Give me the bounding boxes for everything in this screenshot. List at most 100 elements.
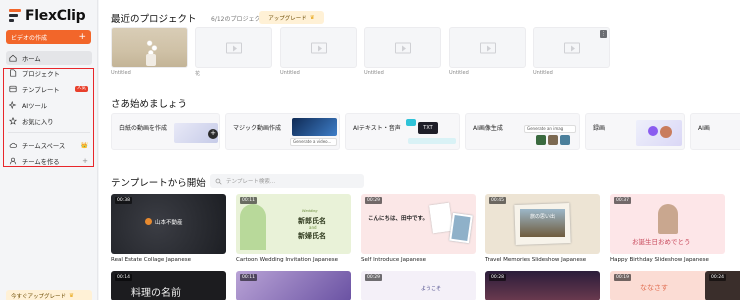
upgrade-button[interactable]: アップグレード ♛ <box>259 11 324 24</box>
logo-text: FlexClip <box>25 8 86 24</box>
template-title: Travel Memories Slideshow Japanese <box>485 257 587 263</box>
project-label: Untitled <box>111 70 131 76</box>
project-card[interactable] <box>111 27 188 68</box>
template-card[interactable]: 00:11 Wedding 新郎氏名 and 新婦氏名 <box>236 194 351 254</box>
prompt-chip: Generate an imag <box>524 125 576 133</box>
feature-card-record[interactable]: 録画 <box>585 113 685 150</box>
duration-badge: 00:37 <box>614 197 631 204</box>
plus-icon: + <box>78 31 86 42</box>
project-label: Untitled <box>449 70 469 76</box>
image-thumb <box>560 135 570 145</box>
create-video-button[interactable]: ビデオの作成 + <box>6 30 91 44</box>
video-placeholder-icon <box>225 42 242 53</box>
video-placeholder-icon <box>563 42 580 53</box>
search-placeholder: テンプレート検索... <box>226 179 276 185</box>
main-content: 最近のプロジェクト 6/12のプロジェクト... アップグレード ♛ Untit… <box>99 0 740 300</box>
video-placeholder-icon <box>394 42 411 53</box>
waveform <box>408 138 456 144</box>
vase-thumbnail <box>146 54 156 66</box>
project-label: Untitled <box>533 70 553 76</box>
project-card[interactable] <box>280 27 357 68</box>
recent-projects-title: 最近のプロジェクト <box>111 14 197 25</box>
template-headline: こんにちは、田中です。 <box>368 216 428 222</box>
template-headline: お誕生日おめでとう <box>632 238 691 246</box>
project-label: Untitled <box>280 70 300 76</box>
feature-label: AI画 <box>698 125 710 132</box>
upgrade-now-label: 今すぐアップグレード <box>11 294 67 300</box>
project-card[interactable] <box>195 27 272 68</box>
duration-badge: 00:19 <box>614 274 631 281</box>
video-placeholder-icon <box>310 42 327 53</box>
feature-card-ai-text-voice[interactable]: AIテキスト・音声 TXT <box>345 113 460 150</box>
template-headline: 料理の名前 <box>131 288 181 299</box>
project-card[interactable] <box>364 27 441 68</box>
feature-thumbnail <box>292 118 337 136</box>
record-icon <box>648 126 658 136</box>
feature-thumbnail <box>636 120 682 146</box>
photo-frame <box>429 202 453 234</box>
app-window: FlexClip ビデオの作成 + ホーム プロジェクト テンプレート 人気 A… <box>0 0 740 300</box>
template-card[interactable]: 00:29 こんにちは、田中です。 <box>361 194 476 254</box>
bride-name: 新婦氏名 <box>298 232 326 240</box>
template-card[interactable]: 00:45 旅の思い出 <box>485 194 600 254</box>
logo[interactable]: FlexClip <box>9 7 86 25</box>
feature-card-ai-image[interactable]: AI画像生成 Generate an imag <box>465 113 580 150</box>
feature-icon <box>406 119 416 126</box>
feature-label: 白紙の動画を作成 <box>119 125 168 132</box>
home-icon <box>9 54 17 62</box>
template-title: Real Estate Collage Japanese <box>111 257 191 263</box>
project-label: Untitled <box>364 70 384 76</box>
template-title: Happy Birthday Slideshow Japanese <box>610 257 709 263</box>
image-thumb <box>548 135 558 145</box>
more-options-icon[interactable]: ⋮ <box>600 30 607 38</box>
template-title: Self Introduce Japanese <box>361 257 426 263</box>
duration-badge: 00:28 <box>489 274 506 281</box>
duration-badge: 00:24 <box>709 274 726 281</box>
create-video-label: ビデオの作成 <box>11 34 48 42</box>
brand-dot-icon <box>145 218 152 225</box>
template-card[interactable]: 00:11 <box>236 271 351 300</box>
image-thumb <box>536 135 546 145</box>
sidebar-item-home[interactable]: ホーム <box>6 51 92 65</box>
txt-badge: TXT <box>418 122 438 134</box>
template-card[interactable]: 00:14 料理の名前 <box>111 271 226 300</box>
project-card[interactable] <box>449 27 526 68</box>
feature-card-blank-video[interactable]: 白紙の動画を作成 + <box>111 113 220 150</box>
feature-label: AIテキスト・音声 <box>353 125 401 132</box>
duration-badge: 00:29 <box>365 274 382 281</box>
prompt-chip: Generate a video... <box>290 138 337 146</box>
duration-badge: 00:38 <box>115 197 132 204</box>
wedding-script: Wedding <box>302 209 318 213</box>
project-card[interactable]: ⋮ <box>533 27 610 68</box>
feature-card-magic-video[interactable]: マジック動画作成 Generate a video... <box>225 113 340 150</box>
get-started-title: さあ始めましょう <box>111 99 188 110</box>
duration-badge: 00:29 <box>365 197 382 204</box>
duration-badge: 00:45 <box>489 197 506 204</box>
upgrade-now-button[interactable]: 今すぐアップグレード ♛ <box>6 290 92 300</box>
template-card[interactable]: 00:28 <box>485 271 600 300</box>
couple-illustration <box>240 204 266 250</box>
photo-frame <box>449 212 473 244</box>
template-card[interactable]: 00:37 お誕生日おめでとう <box>610 194 725 254</box>
duration-badge: 00:14 <box>115 274 132 281</box>
video-placeholder-icon <box>479 42 496 53</box>
template-card[interactable]: 00:38 山本不動産 <box>111 194 226 254</box>
template-search-input[interactable]: テンプレート検索... <box>210 174 364 188</box>
person-photo <box>658 204 678 234</box>
template-card[interactable]: 00:29 ようこそ <box>361 271 476 300</box>
templates-title: テンプレートから開始 <box>111 178 206 189</box>
sidebar: FlexClip ビデオの作成 + ホーム プロジェクト テンプレート 人気 A… <box>0 0 98 300</box>
template-headline: ななさす <box>640 284 668 292</box>
upgrade-label: アップグレード <box>268 15 307 22</box>
logo-mark-icon <box>9 9 21 23</box>
template-brand-text: 山本不動産 <box>155 220 183 226</box>
search-icon <box>215 178 222 185</box>
template-card[interactable]: 00:24 <box>705 271 740 300</box>
duration-badge: 00:11 <box>240 197 257 204</box>
crown-icon: ♛ <box>309 14 315 21</box>
duration-badge: 00:11 <box>240 274 257 281</box>
avatar-icon <box>660 126 672 138</box>
project-label: 花 <box>195 71 201 77</box>
feature-card-ai-image-2[interactable]: AI画 <box>690 113 740 150</box>
feature-label: AI画像生成 <box>473 125 503 132</box>
